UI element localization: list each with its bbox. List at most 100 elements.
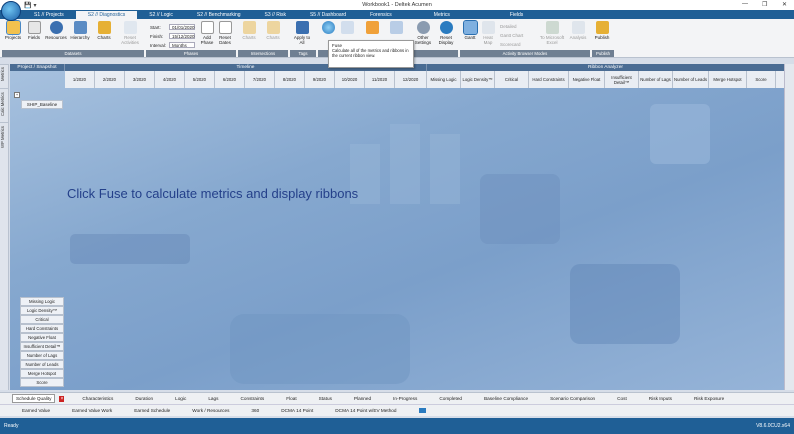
- metric-header-logic-density[interactable]: Logic Density™: [461, 71, 495, 88]
- month-header[interactable]: 5/2020: [185, 71, 215, 88]
- other-settings-button[interactable]: Other Settings: [412, 21, 434, 45]
- row-label[interactable]: Insufficient Detail™: [20, 342, 64, 351]
- metric-header-negative-float[interactable]: Negative Float: [569, 71, 605, 88]
- bottom-tab[interactable]: In-Progress: [393, 396, 417, 401]
- bottom-tab[interactable]: Duration: [135, 396, 153, 401]
- side-tab-wp-metrics[interactable]: WP Metrics: [0, 122, 9, 152]
- month-header[interactable]: 4/2020: [155, 71, 185, 88]
- tab-s2-benchmarking[interactable]: S2 // Benchmarking: [185, 11, 253, 19]
- bottom-tab[interactable]: Float: [286, 396, 296, 401]
- month-header[interactable]: 3/2020: [125, 71, 155, 88]
- bottom-tab[interactable]: Logic: [175, 396, 186, 401]
- close-window-icon[interactable]: ✕: [782, 1, 787, 8]
- fields-button[interactable]: Fields: [25, 21, 43, 40]
- metric-header-number-of-leads[interactable]: Number of Leads: [673, 71, 709, 88]
- side-tab-metrics[interactable]: Metrics: [0, 64, 9, 84]
- snapshot-row-label[interactable]: SHIP_Baseline: [21, 100, 63, 109]
- row-label[interactable]: Hard Constraints: [20, 324, 64, 333]
- projects-button[interactable]: Projects: [3, 20, 23, 40]
- publish-button[interactable]: Publish: [593, 21, 611, 40]
- sub-tab[interactable]: 360: [251, 408, 259, 413]
- metric-header-critical[interactable]: Critical: [495, 71, 529, 88]
- bottom-tab[interactable]: Status: [319, 396, 332, 401]
- row-label[interactable]: Merge Hotspot: [20, 369, 64, 378]
- interval-select[interactable]: Interval: Months: [150, 42, 195, 48]
- tab-s3-risk[interactable]: S3 // Risk: [253, 11, 298, 19]
- bottom-tab[interactable]: Cost: [617, 396, 627, 401]
- month-header[interactable]: 11/2020: [365, 71, 395, 88]
- bottom-tab[interactable]: Constraints: [240, 396, 264, 401]
- add-phase-button[interactable]: Add Phase: [198, 21, 216, 45]
- metric-header-score[interactable]: Score: [747, 71, 776, 88]
- metric-header-number-of-lags[interactable]: Number of Lags: [639, 71, 673, 88]
- acumen-logo[interactable]: [1, 1, 21, 21]
- tab-forensics[interactable]: Forensics: [358, 11, 404, 19]
- row-label[interactable]: Number of Lags: [20, 351, 64, 360]
- start-date-field[interactable]: Start: 01/01/2020: [150, 24, 195, 30]
- bottom-tab[interactable]: Risk Exposure: [694, 396, 724, 401]
- metric-header-missing-logic[interactable]: Missing Logic: [427, 71, 461, 88]
- row-label[interactable]: Score: [20, 378, 64, 387]
- expand-toggle[interactable]: +: [14, 92, 20, 98]
- resources-button[interactable]: Resources: [44, 21, 68, 40]
- charts-intersect-button-2[interactable]: Charts: [264, 21, 282, 40]
- row-label[interactable]: Missing Logic: [20, 297, 64, 306]
- sub-tab[interactable]: Earned Schedule: [134, 408, 170, 413]
- minimize-icon[interactable]: —: [742, 1, 748, 7]
- sub-tab[interactable]: Earned Value Work: [72, 408, 112, 413]
- bottom-tab[interactable]: Scenario Comparison: [550, 396, 595, 401]
- sub-tab[interactable]: DCMA 14 Point w/EV Method: [335, 408, 396, 413]
- month-header[interactable]: 12/2020: [395, 71, 427, 88]
- restore-icon[interactable]: ❐: [762, 1, 767, 8]
- bottom-tab-schedule-quality[interactable]: Schedule Quality: [12, 394, 56, 403]
- bottom-tab[interactable]: Characteristics: [82, 396, 113, 401]
- bottom-tab[interactable]: Planned: [354, 396, 371, 401]
- sub-tab[interactable]: Work / Resources: [192, 408, 229, 413]
- charts-intersect-button[interactable]: Charts: [240, 21, 258, 40]
- to-excel-button[interactable]: To Microsoft Excel: [538, 21, 566, 45]
- add-sheet-icon[interactable]: [418, 408, 426, 413]
- fuse-button[interactable]: [320, 21, 336, 35]
- tab-s2-diagnostics[interactable]: S2 // Diagnostics: [75, 11, 138, 19]
- tab-metrics[interactable]: Metrics: [404, 11, 480, 19]
- reset-activities-button[interactable]: Reset Activities: [118, 21, 142, 45]
- gantt-mode-button[interactable]: Gantt: [462, 20, 478, 40]
- highlight-button[interactable]: [364, 21, 380, 35]
- month-header[interactable]: 7/2020: [245, 71, 275, 88]
- close-tab-icon[interactable]: ×: [59, 395, 65, 402]
- zoom-button[interactable]: [388, 21, 404, 35]
- month-header[interactable]: 8/2020: [275, 71, 305, 88]
- charts-button[interactable]: Charts: [94, 21, 114, 40]
- analysis-button[interactable]: Analysis: [568, 21, 588, 40]
- bottom-tab[interactable]: Lags: [208, 396, 218, 401]
- reset-display-button[interactable]: Reset Display: [436, 21, 456, 45]
- row-label[interactable]: Logic Density™: [20, 306, 64, 315]
- tab-s1-projects[interactable]: S1 // Projects: [22, 11, 76, 19]
- sub-tab[interactable]: DCMA 14 Point: [281, 408, 313, 413]
- heat-map-button[interactable]: Heat Map: [480, 21, 496, 45]
- tab-s5-dashboard[interactable]: S5 // Dashboard: [298, 11, 358, 19]
- bottom-tab[interactable]: Risk Inputs: [649, 396, 672, 401]
- finish-date-field[interactable]: Finish: 15/12/2020: [150, 33, 195, 39]
- sub-tab[interactable]: Earned Value: [22, 408, 50, 413]
- metric-header-merge-hotspot[interactable]: Merge Hotspot: [709, 71, 747, 88]
- row-label[interactable]: Negative Float: [20, 333, 64, 342]
- apply-to-all-button[interactable]: Apply to All: [292, 21, 312, 45]
- month-header[interactable]: 2/2020: [95, 71, 125, 88]
- side-tab-calc-metrics[interactable]: Calc Metrics: [0, 88, 9, 120]
- row-label[interactable]: Number of Leads: [20, 360, 64, 369]
- hierarchy-button[interactable]: Hierarchy: [69, 21, 91, 40]
- vertical-scrollbar[interactable]: [784, 64, 794, 390]
- bottom-tab[interactable]: Completed: [439, 396, 462, 401]
- tab-s2-logic[interactable]: S2 // Logic: [137, 11, 185, 19]
- metric-header-insufficient-detail[interactable]: Insufficient Detail™: [605, 71, 639, 88]
- month-header[interactable]: 10/2020: [335, 71, 365, 88]
- month-header[interactable]: 6/2020: [215, 71, 245, 88]
- gantt-chart-option[interactable]: Gantt Chart: [500, 33, 532, 38]
- bottom-tab[interactable]: Baseline Compliance: [484, 396, 528, 401]
- month-header[interactable]: 1/2020: [65, 71, 95, 88]
- metric-header-hard-constraints[interactable]: Hard Constraints: [529, 71, 569, 88]
- row-label[interactable]: Critical: [20, 315, 64, 324]
- reset-dates-button[interactable]: Reset Dates: [216, 21, 234, 45]
- grid-view-button[interactable]: [340, 21, 354, 35]
